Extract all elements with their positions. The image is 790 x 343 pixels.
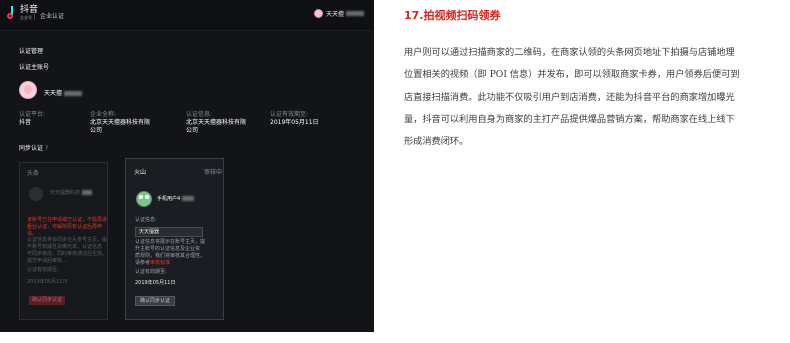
card-title: 火山 [134, 169, 147, 176]
desc-line-2: 升账号权威性及曝光率，认证信息 [27, 244, 103, 250]
top-bar: 抖音 企业号 企业认证 天天擅 [0, 0, 374, 31]
main-account-label: 认证主账号 [19, 64, 50, 71]
huoshan-card: 火山 审核中 手机用户4 认证信息: 天天擅器 认证信息将展示在账号主页，提 升… [125, 158, 224, 320]
card-avatar [136, 191, 152, 207]
info-label: 认证信息: [135, 217, 157, 223]
desc-line-3: 质规则，我们将审核其合理性。 [135, 253, 206, 259]
card-title: 头条 [27, 170, 40, 177]
audit-standard-link[interactable]: 审核标准 [150, 260, 170, 266]
article-line: 位置相关的视频（即 POI 信息）并发布，即可以领取商家卡券，用户领券后便可到 [404, 69, 740, 81]
sync-button[interactable]: 确认同步认证 [135, 296, 175, 306]
sync-label: 同步认证 ? [19, 145, 49, 152]
expiry-date: 2019年05月11日 [135, 280, 176, 286]
article-line: 形成消费闭环。 [404, 136, 469, 148]
nav-divider [34, 10, 35, 20]
article-line: 用户则可以通过扫描商家的二维码，在商家认领的头条网页地址下拍摄与店铺地理 [404, 47, 735, 58]
main-account-avatar [19, 81, 37, 99]
sync-button-disabled[interactable]: 确认同步认证 [29, 296, 65, 305]
desc-line-1: 认证信息将会同步在头条号主页，提 [27, 237, 108, 243]
blurred-text [346, 11, 364, 16]
blurred-text [82, 190, 93, 195]
card-account-name: 手机用户4 [157, 195, 195, 202]
toutiao-card: 头条 天天擅器科技 该账号已在申请或已认证，不能再进行 企业认证，可解除原有认证… [19, 162, 108, 320]
card-account-name: 天天擅器科技 [50, 190, 93, 197]
help-icon[interactable]: ? [45, 145, 48, 152]
nav-enterprise-cert[interactable]: 企业认证 [40, 11, 64, 20]
expiry-value: 2019年05月11日 [270, 119, 319, 126]
status-badge: 审核中 [204, 169, 223, 176]
blurred-text [64, 91, 83, 96]
logo-sub: 企业号 [20, 15, 32, 20]
section-title: 认证管理 [19, 48, 44, 55]
expiry-date: 2019年05月11日 [27, 279, 68, 285]
company-value-2: 公司 [90, 127, 103, 134]
article-body: 用户则可以通过扫描商家的二维码，在商家认领的头条网页地址下拍摄与店铺地理 位置相… [404, 42, 782, 153]
douyin-note-icon [6, 6, 18, 20]
qual-value-2: 公司 [186, 127, 199, 134]
article-line: 店直接扫描消费。此功能不仅吸引用户到店消费，还能为抖音平台的商家增加曝光 [404, 91, 735, 103]
app-screenshot: 抖音 企业号 企业认证 天天擅 认证管理 认证主账号 天天擅 认证平台: 抖音 企… [0, 0, 374, 332]
main-account-name: 天天擅 [44, 88, 83, 97]
expiry-label: 认证有效期至: [27, 267, 59, 273]
avatar [313, 9, 323, 18]
user-menu[interactable]: 天天擅 [313, 9, 364, 18]
desc-line-4: 请参考审核标准 [135, 260, 171, 266]
logo-name: 抖音 [20, 5, 39, 15]
user-name: 天天擅 [325, 11, 344, 18]
cert-info-input[interactable]: 天天擅器 [135, 227, 203, 237]
platform-value: 抖音 [19, 119, 32, 126]
card-avatar [29, 187, 43, 201]
expiry-label: 认证有效期至: [135, 269, 167, 275]
article-title: 17.拍视频扫码领券 [404, 9, 501, 22]
desc-line-3: 可同步修改，同时审核通过后生效。 [27, 251, 108, 257]
blurred-text [182, 196, 195, 201]
article-line: 量，抖音可以利用自身为商家的主打产品提供爆品营销方案，帮助商家在线上线下 [404, 113, 735, 125]
desc-line-1: 认证信息将展示在账号主页，提 [135, 239, 206, 245]
desc-line-2: 升主账号的认证信息及企业资 [135, 246, 201, 252]
warning-line-2: 企业认证，可解除原有认证后再申请。 [27, 224, 103, 237]
desc-line-4: 提交申请后审核... [27, 258, 67, 264]
